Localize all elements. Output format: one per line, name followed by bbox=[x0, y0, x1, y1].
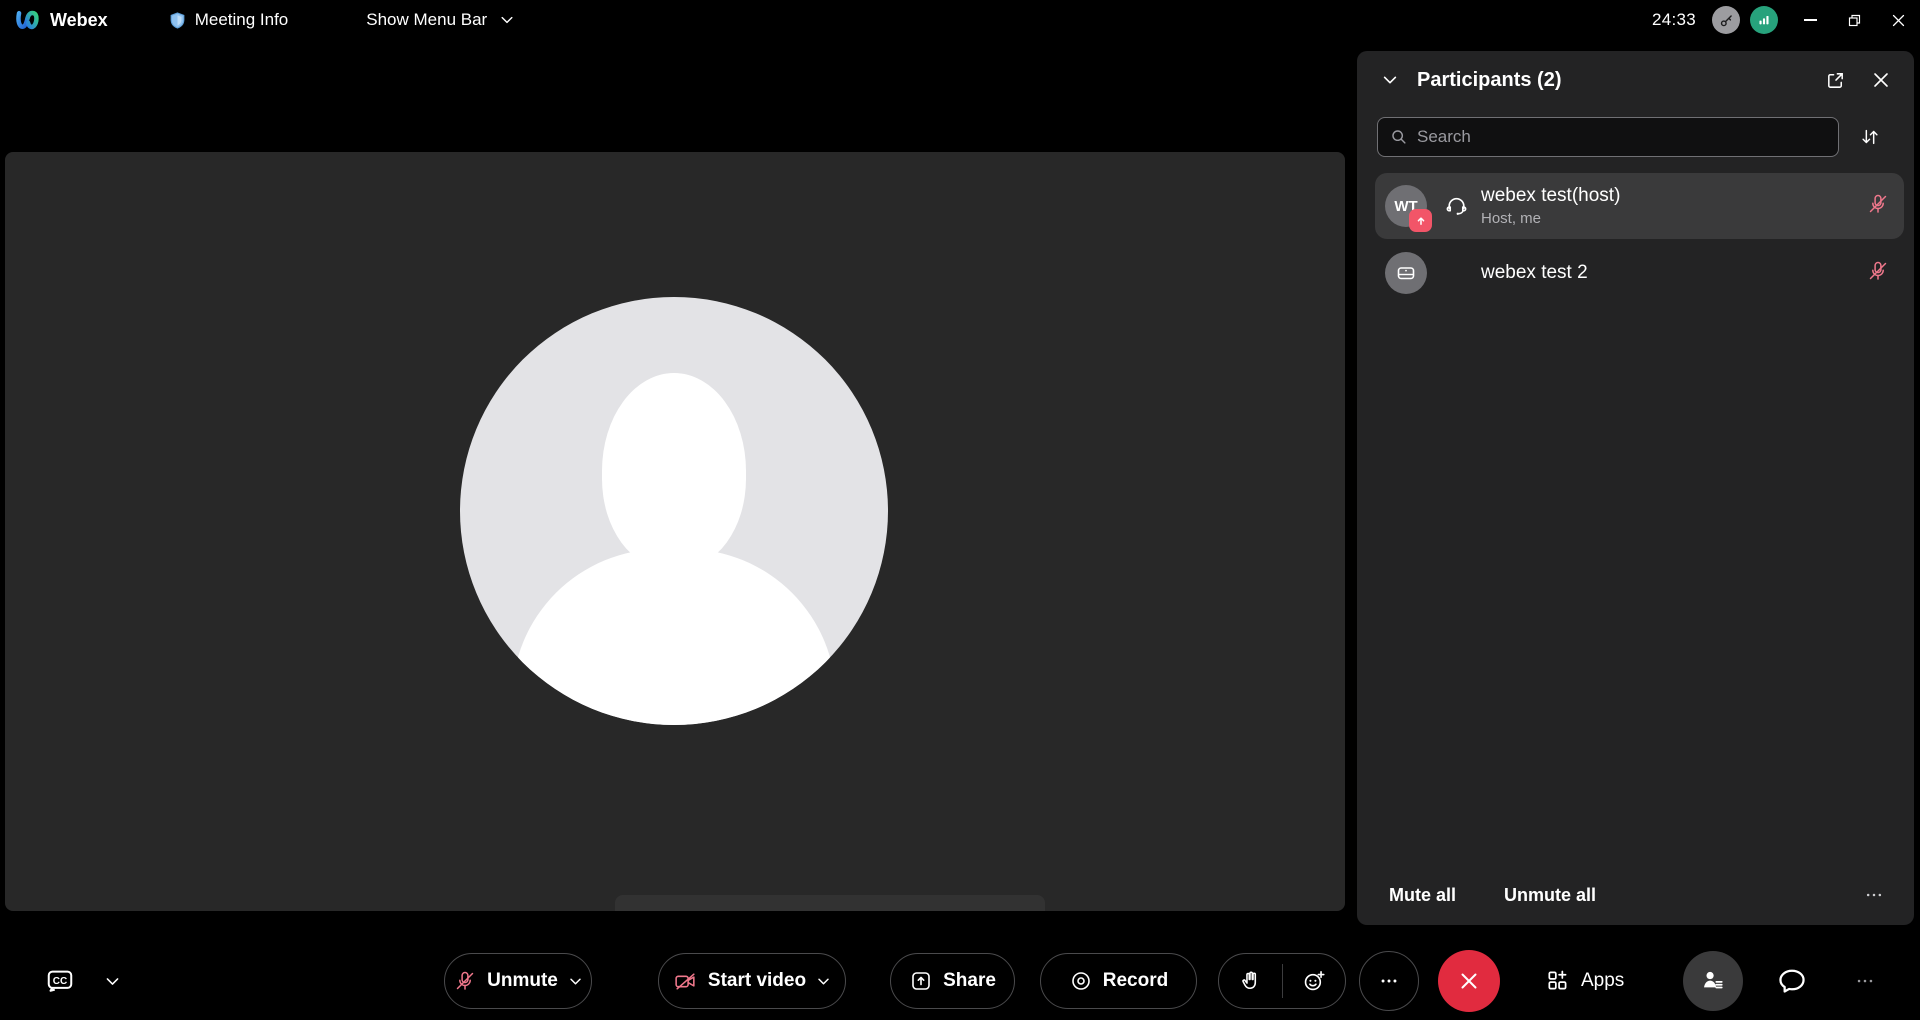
show-menu-bar-label: Show Menu Bar bbox=[366, 10, 487, 30]
reactions-button[interactable] bbox=[1283, 964, 1346, 998]
muted-mic-icon[interactable] bbox=[1866, 192, 1890, 221]
start-video-button[interactable]: Start video bbox=[658, 953, 846, 1009]
captions-chevron-button[interactable] bbox=[100, 969, 125, 994]
popout-panel-button[interactable] bbox=[1821, 66, 1850, 95]
participant-role: Host, me bbox=[1481, 210, 1620, 227]
leave-meeting-button[interactable] bbox=[1438, 950, 1500, 1012]
sort-participants-button[interactable] bbox=[1855, 122, 1885, 152]
participant-avatar: WT bbox=[1385, 185, 1427, 227]
close-window-button[interactable] bbox=[1876, 0, 1920, 40]
restore-button[interactable] bbox=[1832, 0, 1876, 40]
panel-more-options-button[interactable] bbox=[1860, 881, 1888, 909]
participants-search-row bbox=[1357, 109, 1914, 161]
record-label: Record bbox=[1103, 970, 1168, 992]
participant-name: webex test 2 bbox=[1481, 262, 1588, 284]
search-box[interactable] bbox=[1377, 117, 1839, 157]
muted-mic-icon[interactable] bbox=[1866, 259, 1890, 288]
record-button[interactable]: Record bbox=[1040, 953, 1197, 1009]
sharing-badge-icon bbox=[1409, 209, 1432, 232]
app-title: Webex bbox=[50, 10, 108, 31]
webex-logo-icon bbox=[14, 8, 41, 33]
video-off-icon bbox=[673, 969, 698, 994]
chat-button[interactable] bbox=[1770, 959, 1814, 1003]
participants-panel-footer: Mute all Unmute all bbox=[1389, 881, 1888, 909]
show-menu-bar-button[interactable]: Show Menu Bar bbox=[366, 10, 515, 30]
participant-name: webex test(host) bbox=[1481, 185, 1620, 207]
chevron-down-icon bbox=[499, 12, 515, 28]
lock-key-indicator-icon[interactable] bbox=[1712, 6, 1740, 34]
mute-all-button[interactable]: Mute all bbox=[1389, 885, 1456, 906]
closed-captions-button[interactable]: CC bbox=[40, 962, 80, 1000]
meeting-info-label: Meeting Info bbox=[195, 10, 289, 30]
participants-list: WT webex test(host) Host, me bbox=[1357, 173, 1914, 303]
apps-button[interactable]: Apps bbox=[1545, 968, 1624, 994]
restore-icon bbox=[1847, 13, 1862, 28]
title-bar: Webex Meeting Info Show Menu Bar 24:33 bbox=[0, 0, 1920, 40]
connection-quality-icon[interactable] bbox=[1750, 6, 1778, 34]
search-input[interactable] bbox=[1417, 127, 1826, 147]
participants-toggle-button[interactable] bbox=[1683, 951, 1743, 1011]
more-options-button[interactable] bbox=[1359, 951, 1419, 1011]
raise-hand-button[interactable] bbox=[1219, 965, 1282, 998]
start-video-label: Start video bbox=[708, 970, 806, 992]
muted-mic-icon bbox=[453, 969, 477, 993]
minimize-icon bbox=[1804, 19, 1817, 21]
control-bar: CC Unmute Start video bbox=[0, 942, 1920, 1020]
apps-label: Apps bbox=[1581, 970, 1624, 992]
search-icon bbox=[1390, 128, 1408, 146]
avatar-placeholder bbox=[460, 297, 888, 725]
minimize-button[interactable] bbox=[1788, 0, 1832, 40]
video-bottom-overlay bbox=[615, 895, 1045, 911]
shield-icon bbox=[168, 10, 187, 31]
apps-grid-icon bbox=[1545, 968, 1571, 994]
share-button[interactable]: Share bbox=[890, 953, 1015, 1009]
record-icon bbox=[1069, 969, 1093, 993]
participants-panel-title: Participants (2) bbox=[1417, 69, 1561, 92]
unmute-label: Unmute bbox=[487, 970, 558, 992]
chevron-down-icon[interactable] bbox=[816, 974, 831, 989]
headset-icon bbox=[1443, 194, 1469, 219]
avatar-shoulders-shape bbox=[512, 549, 836, 725]
participant-row-guest[interactable]: webex test 2 bbox=[1375, 243, 1904, 303]
participants-panel: Participants (2) bbox=[1357, 51, 1914, 925]
avatar-head-shape bbox=[602, 373, 746, 569]
close-panel-button[interactable] bbox=[1868, 67, 1894, 93]
cc-label: CC bbox=[53, 976, 67, 987]
participant-row-host[interactable]: WT webex test(host) Host, me bbox=[1375, 173, 1904, 239]
unmute-button[interactable]: Unmute bbox=[444, 953, 592, 1009]
reactions-group bbox=[1218, 953, 1346, 1009]
collapse-panel-button[interactable] bbox=[1377, 67, 1403, 93]
unmute-all-button[interactable]: Unmute all bbox=[1504, 885, 1596, 906]
main-video-tile bbox=[5, 152, 1345, 911]
participant-avatar bbox=[1385, 252, 1427, 294]
meeting-timer: 24:33 bbox=[1652, 10, 1696, 30]
chevron-down-icon[interactable] bbox=[568, 974, 583, 989]
overflow-more-button[interactable] bbox=[1850, 966, 1880, 996]
close-icon bbox=[1891, 13, 1906, 28]
share-screen-icon bbox=[909, 969, 933, 993]
meeting-info-button[interactable]: Meeting Info bbox=[168, 10, 289, 31]
participants-panel-header: Participants (2) bbox=[1357, 51, 1914, 109]
share-label: Share bbox=[943, 970, 996, 992]
